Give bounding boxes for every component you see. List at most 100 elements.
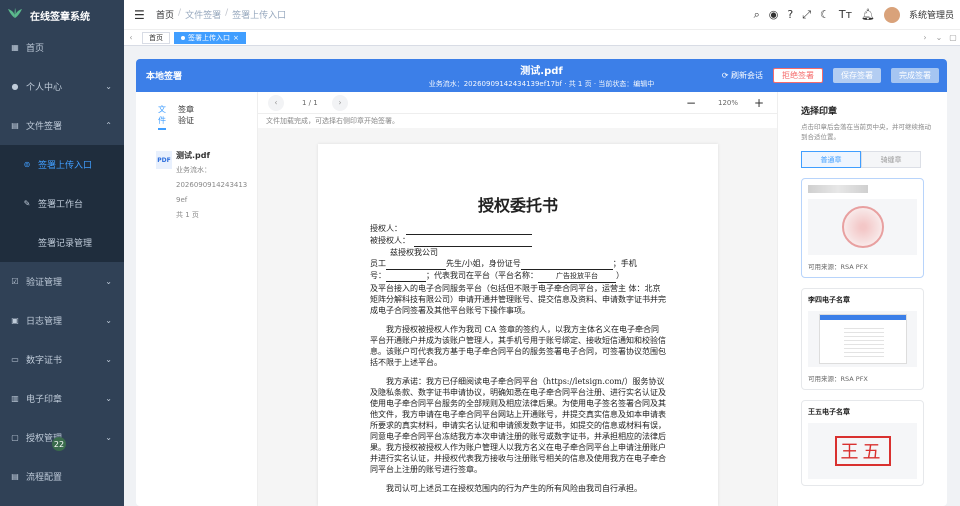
sidebar-item-profile[interactable]: ● 个人中心 ⌄ <box>0 67 124 106</box>
doc-text: 员工 <box>370 259 386 268</box>
edit-icon: ✎ <box>23 199 31 208</box>
save-sign-button[interactable]: 保存签署 <box>833 68 881 83</box>
file-flow-number: 2026090914243413​9ef <box>176 181 248 204</box>
toolbar-icons: ⌕ ◉ ? ⤢ ☾ Tт 🔔︎ 系统管理员 <box>754 6 954 23</box>
tab-verify-label: 签章 验证 <box>178 105 194 125</box>
reject-sign-button[interactable]: 拒绝签署 <box>773 68 823 83</box>
layout-size-icon[interactable]: Tт <box>839 8 852 21</box>
refresh-session-button[interactable]: ⟳ 刷新会话 <box>722 70 763 81</box>
sidebar-item-verify[interactable]: ☑ 验证管理 ⌄ <box>0 262 124 301</box>
chevron-down-icon[interactable]: ⌄ <box>932 33 946 42</box>
fullscreen-icon[interactable]: ⤢ <box>802 8 811 22</box>
chevron-right-icon[interactable]: › <box>918 33 932 42</box>
page-indicator: 1 / 1 <box>302 98 318 107</box>
file-item-name: 测试.pdf <box>176 151 210 160</box>
refresh-label: 刷新会话 <box>731 71 763 80</box>
tab-file-label: 文 件 <box>158 105 166 125</box>
help-icon[interactable]: ? <box>787 8 793 21</box>
sidebar-item-upload-entry[interactable]: ⊚ 签署上传入口 <box>0 145 124 184</box>
app-logo[interactable]: 在线签章系统 <box>0 0 124 30</box>
avatar[interactable] <box>883 6 900 23</box>
maximize-icon[interactable]: ▢ <box>946 33 960 42</box>
breadcrumb-section: 文件签署 <box>185 11 222 21</box>
tab-home[interactable]: 首页 <box>142 31 170 44</box>
check-icon: ☑ <box>11 277 19 286</box>
user-icon: ● <box>11 82 19 91</box>
app-title: 在线签章系统 <box>30 11 90 23</box>
name-seal-stamp: 王五 <box>834 436 891 466</box>
sidebar-item-file-sign[interactable]: ▤ 文件签署 ⌃ <box>0 106 124 145</box>
zoom-in-button[interactable]: + <box>754 96 764 110</box>
seal-card[interactable]: 可用来源：RSA PFX <box>801 178 924 278</box>
close-icon[interactable]: × <box>233 34 239 42</box>
tab-seal-verify[interactable]: 签章 验证 <box>178 104 194 130</box>
tab-upload-entry[interactable]: 签署上传入口 × <box>174 31 246 44</box>
sidebar-item-label: 个人中心 <box>26 83 63 93</box>
breadcrumb-separator: / <box>178 8 182 18</box>
sign-card: 本地签署 测试.pdf 业务流水：2026090914243413​9ef17b… <box>136 59 947 506</box>
sidebar-item-flow[interactable]: ▤ 流程配置 <box>0 457 124 496</box>
sidebar-item-seals[interactable]: ▥ 电子印章 ⌄ <box>0 379 124 418</box>
seal-image: 王五 <box>808 423 917 479</box>
breadcrumb-home[interactable]: 首页 <box>156 8 174 21</box>
viewer-hint: 文件加载完成，可选择右侧印章开始签署。 <box>258 114 777 128</box>
sidebar-item-workbench[interactable]: ✎ 签署工作台 <box>0 184 124 223</box>
notification-badge[interactable]: 22 <box>52 437 66 451</box>
tab-normal-seal[interactable]: 普通章 <box>801 151 861 168</box>
search-icon[interactable]: ⌕ <box>754 8 760 22</box>
header-actions: ⟳ 刷新会话 拒绝签署 保存签署 完成签署 <box>722 68 939 83</box>
tab-seam-seal[interactable]: 骑缝章 <box>861 151 921 168</box>
breadcrumb: 首页 / 文件签署 / 签署上传入口 <box>156 8 286 21</box>
chevron-left-icon[interactable]: ‹ <box>124 33 138 42</box>
sidebar-item-sign-records[interactable]: 签署记录管理 <box>0 223 124 262</box>
sidebar-item-label: 电子印章 <box>26 395 63 405</box>
seal-card[interactable]: 李四电子名章 可用来源：RSA PFX <box>801 288 924 390</box>
file-panel-tabs: 文 件 签章 验证 <box>136 92 257 130</box>
bell-icon[interactable]: 🔔︎ <box>861 8 875 21</box>
sidebar-item-label: 日志管理 <box>26 317 63 327</box>
doc-line-grantee: 被授权人： <box>370 235 666 247</box>
seal-card[interactable]: 王五电子名章 王五 <box>801 400 924 486</box>
document-icon: ▤ <box>11 121 19 130</box>
zoom-out-button[interactable]: − <box>686 96 696 110</box>
flow-icon: ▤ <box>11 472 19 481</box>
seal-name: 李四电子名章 <box>808 296 850 304</box>
next-page-button[interactable]: › <box>332 94 348 111</box>
breadcrumb-separator: / <box>225 8 229 18</box>
doc-paragraph: 及平台接入的电子合同服务平台（包括但不限于电子牵合同平台，运营主 体：北京矩阵分… <box>370 284 666 315</box>
sidebar-item-certificates[interactable]: ▭ 数字证书 ⌄ <box>0 340 124 379</box>
hamburger-icon[interactable]: ☰ <box>134 8 145 22</box>
dashboard-icon: ▦ <box>11 43 19 52</box>
doc-text: ） <box>616 271 624 280</box>
doc-text: ；手机 <box>612 259 637 268</box>
prev-page-button[interactable]: ‹ <box>268 94 284 111</box>
seal-panel-title: 选择印章 <box>801 107 838 117</box>
viewer-toolbar: ‹ 1 / 1 › − 120% + <box>258 92 777 114</box>
doc-line-employee: 员工 先生/小姐，身份证号 ；手机 <box>370 258 666 270</box>
user-name[interactable]: 系统管理员 <box>909 8 954 21</box>
doc-paragraph: 我方授权被授权人作为我司 CA 签章的签约人，以我方主体名义在电子牵合同平台开通… <box>370 325 666 367</box>
breadcrumb-page: 签署上传入口 <box>232 11 287 21</box>
sidebar-item-label: 验证管理 <box>26 278 63 288</box>
zoom-level: 120% <box>718 98 739 107</box>
seal-name: 王五电子名章 <box>808 408 850 416</box>
top-navbar: ☰ 首页 / 文件签署 / 签署上传入口 ⌕ ◉ ? ⤢ ☾ Tт 🔔︎ 系统管… <box>124 0 960 30</box>
chevron-down-icon: ⌄ <box>105 433 112 442</box>
sidebar: 在线签章系统 ▦ 首页 ● 个人中心 ⌄ ▤ 文件签署 ⌃ ⊚ 签署上传入口 ✎… <box>0 0 124 506</box>
complete-sign-button[interactable]: 完成签署 <box>891 68 939 83</box>
sidebar-item-label: 签署上传入口 <box>38 161 93 171</box>
seal-source: 可用来源：RSA PFX <box>808 375 868 383</box>
sidebar-item-home[interactable]: ▦ 首页 <box>0 28 124 67</box>
tab-file[interactable]: 文 件 <box>158 104 166 130</box>
seal-image <box>808 199 917 255</box>
tab-label: 签署上传入口 <box>188 33 230 42</box>
github-icon[interactable]: ◉ <box>769 8 779 21</box>
sidebar-item-label: 文件签署 <box>26 122 63 132</box>
file-list-item[interactable]: PDF 测试.pdf 业务流水： 2026090914243413​9ef 共 … <box>136 148 257 223</box>
submenu-file-sign: ⊚ 签署上传入口 ✎ 签署工作台 签署记录管理 <box>0 145 124 262</box>
document-page[interactable]: 授权委托书 授权人： 被授权人： 兹授权我公司 员工 先生/小姐，身份证号 ；手… <box>318 144 718 506</box>
doc-text: ；代表我司在平台（平台名称： <box>426 271 538 280</box>
doc-line-grantor: 授权人： <box>370 223 666 235</box>
sidebar-item-logs[interactable]: ▣ 日志管理 ⌄ <box>0 301 124 340</box>
theme-moon-icon[interactable]: ☾ <box>820 8 830 21</box>
